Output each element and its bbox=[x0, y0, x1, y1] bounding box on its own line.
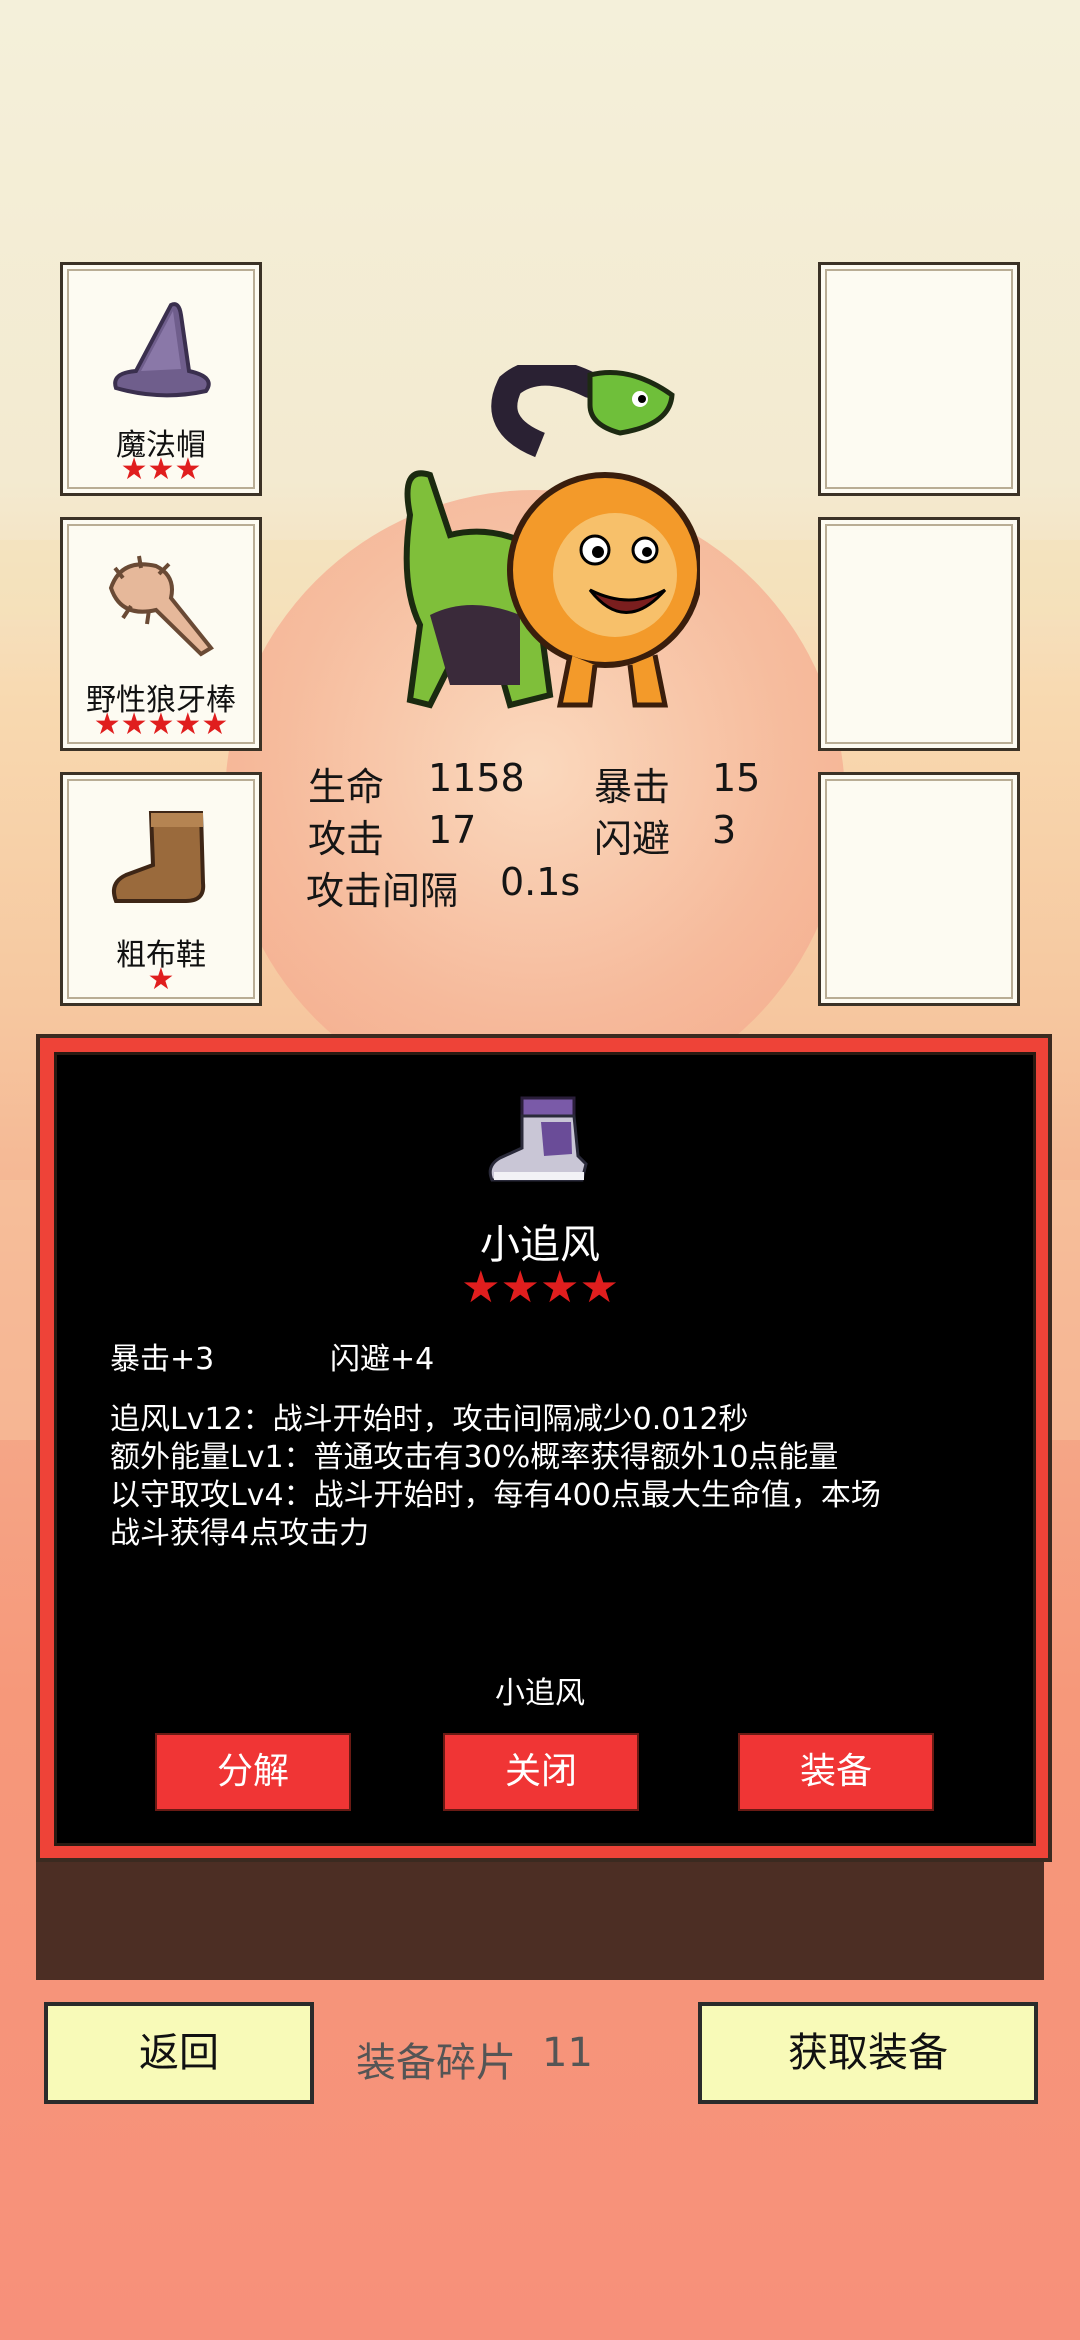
equip-slot-weapon[interactable]: 野性狼牙棒 ★★★★★ bbox=[60, 517, 262, 751]
stat-crit-value: 15 bbox=[712, 756, 761, 800]
fragments-label: 装备碎片 bbox=[356, 2040, 516, 2086]
stat-atk-label: 攻击 bbox=[308, 817, 385, 861]
stat-interval-label: 攻击间隔 bbox=[306, 869, 459, 913]
equip-stars: ★ bbox=[147, 962, 175, 997]
wizard-hat-icon bbox=[113, 302, 211, 398]
equip-slot-empty-1[interactable] bbox=[818, 262, 1020, 496]
chimera-lion-snake-icon bbox=[403, 365, 700, 709]
cloth-boot-icon bbox=[112, 811, 206, 903]
stat-hp-value: 1158 bbox=[428, 756, 525, 800]
equip-slot-empty-2[interactable] bbox=[818, 517, 1020, 751]
item-attr-crit: 暴击+3 bbox=[110, 1342, 215, 1377]
item-footer-name: 小追风 bbox=[495, 1676, 585, 1711]
stat-interval-value: 0.1s bbox=[500, 860, 581, 904]
close-button[interactable]: 关闭 bbox=[443, 1733, 639, 1811]
back-button[interactable]: 返回 bbox=[44, 2002, 314, 2104]
get-equipment-button[interactable]: 获取装备 bbox=[698, 2002, 1038, 2104]
stat-crit-label: 暴击 bbox=[594, 765, 671, 809]
equip-stars: ★★★ bbox=[120, 452, 202, 487]
decompose-button[interactable]: 分解 bbox=[155, 1733, 351, 1811]
item-attr-dodge: 闪避+4 bbox=[330, 1342, 435, 1377]
stat-dodge-value: 3 bbox=[712, 808, 737, 852]
stat-hp-label: 生命 bbox=[308, 765, 385, 809]
item-desc-line: 战斗获得4点攻击力 bbox=[110, 1516, 370, 1551]
panel-bottom-bar bbox=[36, 1862, 1044, 1980]
equip-button[interactable]: 装备 bbox=[738, 1733, 934, 1811]
spiked-club-icon bbox=[108, 555, 214, 657]
stat-dodge-label: 闪避 bbox=[594, 817, 671, 861]
equip-slot-boots[interactable]: 粗布鞋 ★ bbox=[60, 772, 262, 1006]
purple-sneaker-icon bbox=[488, 1096, 588, 1182]
equip-slot-hat[interactable]: 魔法帽 ★★★ bbox=[60, 262, 262, 496]
equip-slot-empty-3[interactable] bbox=[818, 772, 1020, 1006]
stat-atk-value: 17 bbox=[428, 808, 477, 852]
equip-stars: ★★★★★ bbox=[93, 707, 229, 742]
item-stars: ★★★★ bbox=[461, 1262, 619, 1313]
fragments-value: 11 bbox=[542, 2030, 593, 2076]
